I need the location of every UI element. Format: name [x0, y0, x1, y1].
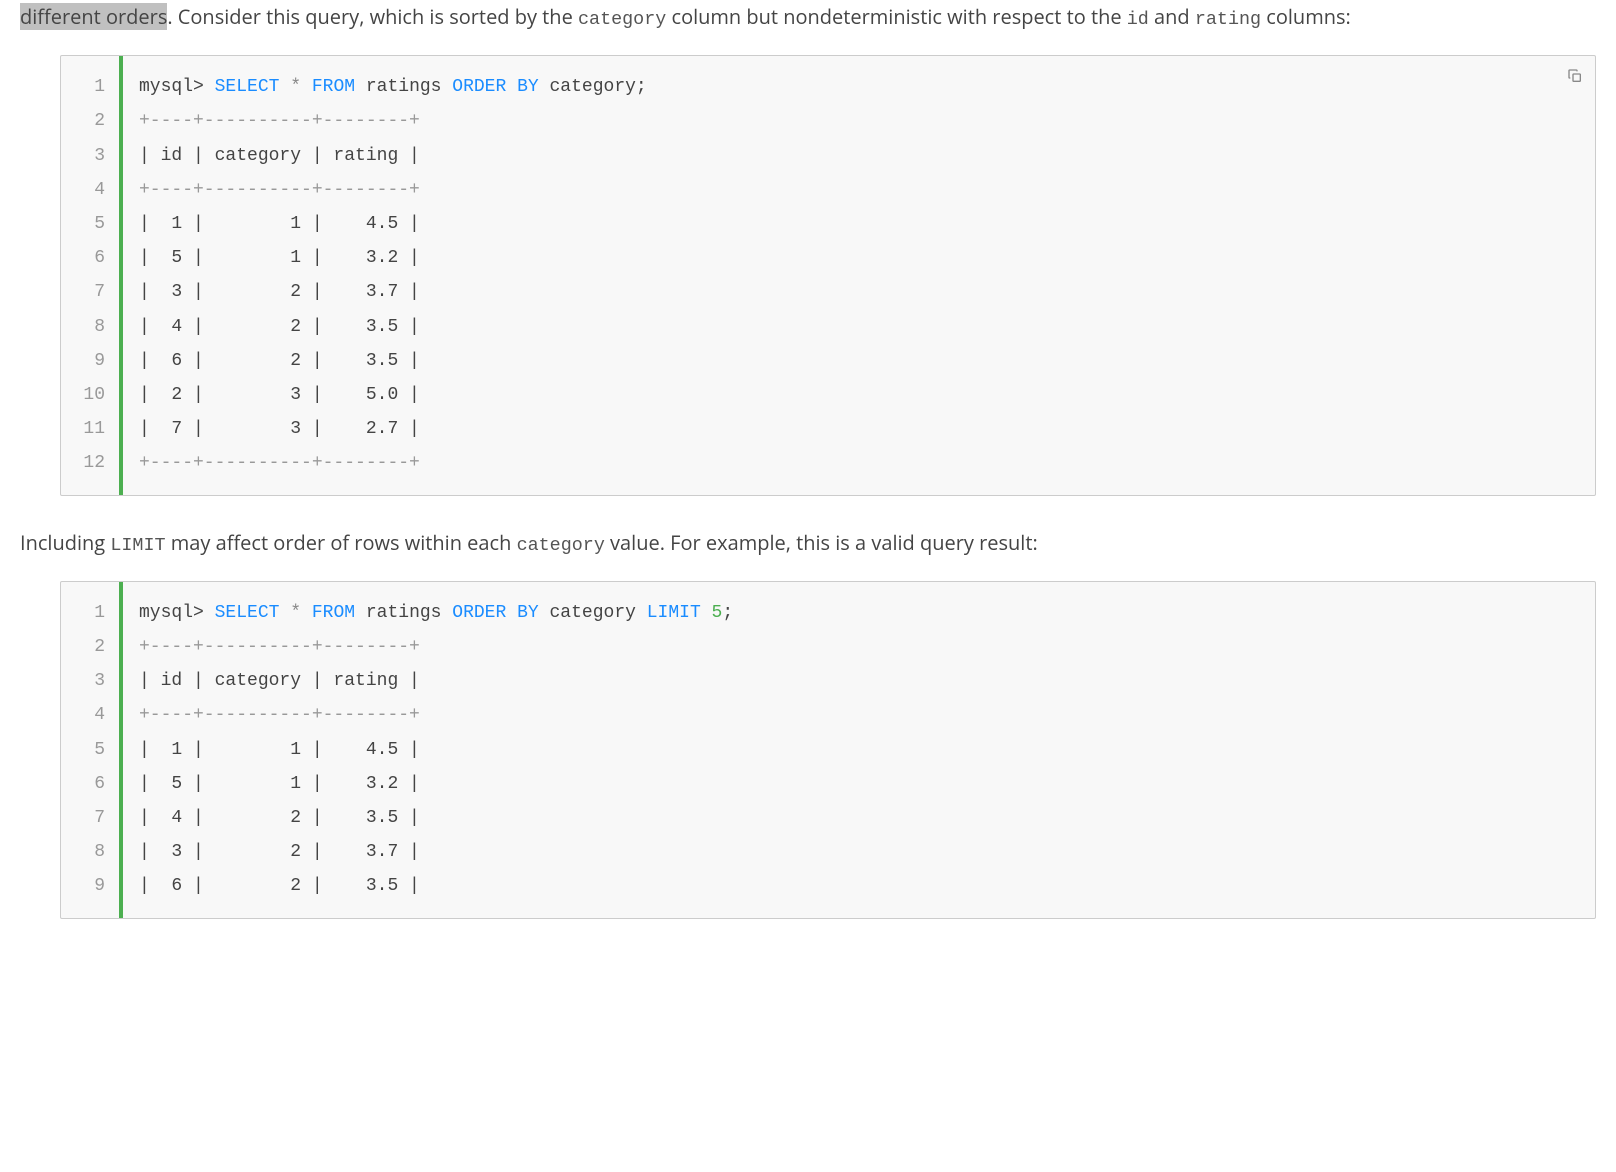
line-number: 1	[61, 56, 121, 104]
code-block-1: 1mysql> SELECT * FROM ratings ORDER BY c…	[60, 55, 1596, 495]
code-row: 8| 4 | 2 | 3.5 |	[61, 310, 1595, 344]
copy-button[interactable]	[1563, 64, 1587, 88]
code-row: 6| 5 | 1 | 3.2 |	[61, 241, 1595, 275]
code-row: 1mysql> SELECT * FROM ratings ORDER BY c…	[61, 56, 1595, 104]
line-number: 10	[61, 378, 121, 412]
code-line: | 3 | 2 | 3.7 |	[121, 835, 1595, 869]
code-row: 4+----+----------+--------+	[61, 173, 1595, 207]
code-row: 7| 3 | 2 | 3.7 |	[61, 275, 1595, 309]
line-number: 8	[61, 310, 121, 344]
code-row: 2+----+----------+--------+	[61, 630, 1595, 664]
line-number: 8	[61, 835, 121, 869]
line-number: 5	[61, 733, 121, 767]
code-line: | 6 | 2 | 3.5 |	[121, 869, 1595, 917]
code-row: 3| id | category | rating |	[61, 664, 1595, 698]
code-row: 4+----+----------+--------+	[61, 698, 1595, 732]
inline-code-limit: LIMIT	[110, 535, 165, 556]
code-line: | 6 | 2 | 3.5 |	[121, 344, 1595, 378]
line-number: 3	[61, 664, 121, 698]
line-number: 1	[61, 582, 121, 630]
code-line: | 4 | 2 | 3.5 |	[121, 310, 1595, 344]
code-row: 6| 5 | 1 | 3.2 |	[61, 767, 1595, 801]
line-number: 9	[61, 869, 121, 917]
code-line: +----+----------+--------+	[121, 104, 1595, 138]
code-row: 11| 7 | 3 | 2.7 |	[61, 412, 1595, 446]
code-row: 5| 1 | 1 | 4.5 |	[61, 733, 1595, 767]
code-line: | 1 | 1 | 4.5 |	[121, 733, 1595, 767]
inline-code-rating: rating	[1195, 9, 1261, 30]
code-line: | 5 | 1 | 3.2 |	[121, 241, 1595, 275]
code-line: | 3 | 2 | 3.7 |	[121, 275, 1595, 309]
code-block-2: 1mysql> SELECT * FROM ratings ORDER BY c…	[60, 581, 1596, 919]
code-line: +----+----------+--------+	[121, 173, 1595, 207]
code-row: 1mysql> SELECT * FROM ratings ORDER BY c…	[61, 582, 1595, 630]
line-number: 6	[61, 767, 121, 801]
code-row: 3| id | category | rating |	[61, 139, 1595, 173]
code-line: | 7 | 3 | 2.7 |	[121, 412, 1595, 446]
code-line: | 1 | 1 | 4.5 |	[121, 207, 1595, 241]
selected-text: different orders	[20, 3, 167, 30]
line-number: 9	[61, 344, 121, 378]
inline-code-category-2: category	[517, 535, 605, 556]
code-row: 12+----+----------+--------+	[61, 446, 1595, 494]
code-row: 9| 6 | 2 | 3.5 |	[61, 344, 1595, 378]
code-line: | id | category | rating |	[121, 664, 1595, 698]
code-line: | id | category | rating |	[121, 139, 1595, 173]
code-listing-1[interactable]: 1mysql> SELECT * FROM ratings ORDER BY c…	[61, 56, 1595, 494]
code-row: 5| 1 | 1 | 4.5 |	[61, 207, 1595, 241]
line-number: 5	[61, 207, 121, 241]
code-line: mysql> SELECT * FROM ratings ORDER BY ca…	[121, 56, 1595, 104]
middle-paragraph: Including LIMIT may affect order of rows…	[20, 526, 1596, 561]
line-number: 12	[61, 446, 121, 494]
code-line: +----+----------+--------+	[121, 698, 1595, 732]
code-row: 10| 2 | 3 | 5.0 |	[61, 378, 1595, 412]
code-line: +----+----------+--------+	[121, 446, 1595, 494]
line-number: 4	[61, 698, 121, 732]
inline-code-id: id	[1127, 9, 1149, 30]
code-row: 9| 6 | 2 | 3.5 |	[61, 869, 1595, 917]
code-listing-2[interactable]: 1mysql> SELECT * FROM ratings ORDER BY c…	[61, 582, 1595, 918]
line-number: 7	[61, 275, 121, 309]
code-row: 8| 3 | 2 | 3.7 |	[61, 835, 1595, 869]
line-number: 2	[61, 630, 121, 664]
code-line: | 2 | 3 | 5.0 |	[121, 378, 1595, 412]
line-number: 2	[61, 104, 121, 138]
line-number: 4	[61, 173, 121, 207]
code-line: | 5 | 1 | 3.2 |	[121, 767, 1595, 801]
code-row: 7| 4 | 2 | 3.5 |	[61, 801, 1595, 835]
line-number: 11	[61, 412, 121, 446]
line-number: 6	[61, 241, 121, 275]
code-line: +----+----------+--------+	[121, 630, 1595, 664]
intro-paragraph: different orders. Consider this query, w…	[20, 0, 1596, 35]
line-number: 7	[61, 801, 121, 835]
code-line: | 4 | 2 | 3.5 |	[121, 801, 1595, 835]
code-line: mysql> SELECT * FROM ratings ORDER BY ca…	[121, 582, 1595, 630]
line-number: 3	[61, 139, 121, 173]
inline-code-category: category	[578, 9, 666, 30]
code-row: 2+----+----------+--------+	[61, 104, 1595, 138]
copy-icon	[1567, 68, 1583, 84]
